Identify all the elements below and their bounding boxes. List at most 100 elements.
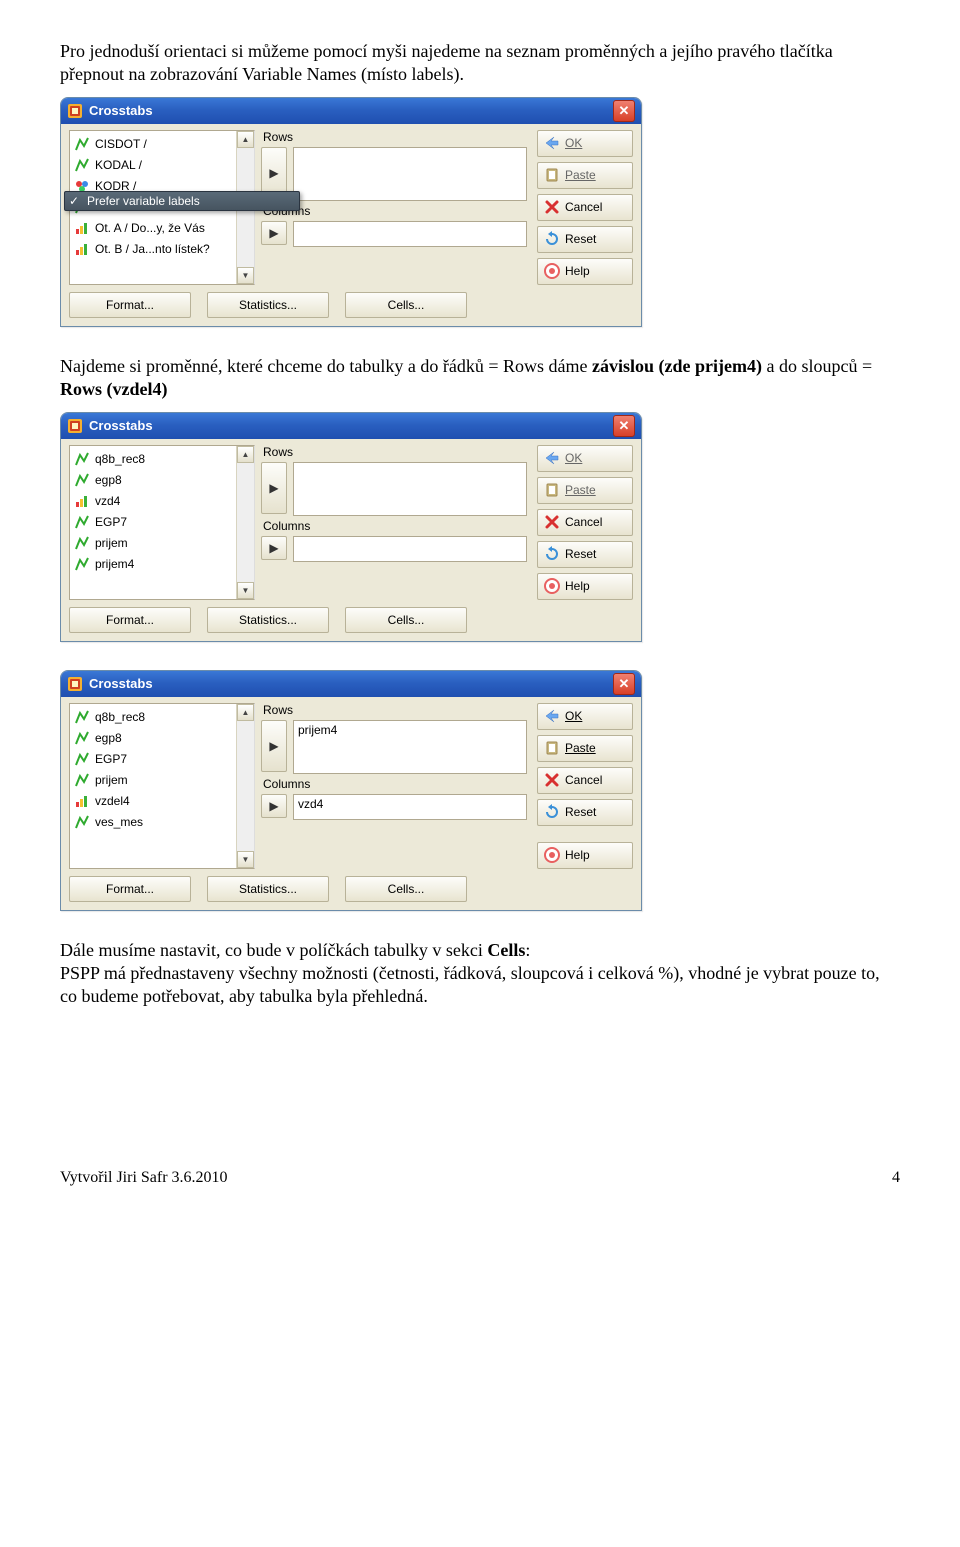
- cancel-icon: [544, 199, 560, 215]
- statistics-button[interactable]: Statistics...: [207, 607, 329, 633]
- list-item: q8b_rec8: [72, 707, 252, 728]
- scroll-down-icon[interactable]: ▼: [237, 851, 254, 868]
- format-button[interactable]: Format...: [69, 876, 191, 902]
- list-item: q8b_rec8: [72, 449, 252, 470]
- columns-list[interactable]: [293, 536, 527, 562]
- move-right-cols-button[interactable]: ▶: [261, 221, 287, 245]
- scroll-down-icon[interactable]: ▼: [237, 582, 254, 599]
- scale-icon: [74, 772, 90, 788]
- paste-button[interactable]: Paste: [537, 477, 633, 504]
- scale-icon: [74, 730, 90, 746]
- help-button[interactable]: Help: [537, 842, 633, 869]
- close-icon[interactable]: ✕: [613, 673, 635, 695]
- scrollbar[interactable]: ▲ ▼: [236, 704, 254, 868]
- ordinal-icon: [74, 241, 90, 257]
- app-icon: [67, 676, 83, 692]
- columns-label: Columns: [261, 204, 527, 218]
- scale-icon: [74, 157, 90, 173]
- columns-list[interactable]: vzd4: [293, 794, 527, 820]
- reset-icon: [544, 804, 560, 820]
- page-footer: Vytvořil Jiri Safr 3.6.2010 4: [60, 1169, 900, 1187]
- titlebar[interactable]: Crosstabs ✕: [61, 413, 641, 439]
- scroll-up-icon[interactable]: ▲: [237, 131, 254, 148]
- list-item: Ot. A / Do...y, že Vás: [72, 218, 252, 239]
- app-icon: [67, 418, 83, 434]
- statistics-button[interactable]: Statistics...: [207, 292, 329, 318]
- paste-button[interactable]: Paste: [537, 162, 633, 189]
- context-menu-item[interactable]: Prefer variable labels: [87, 194, 200, 208]
- scale-icon: [74, 535, 90, 551]
- reset-icon: [544, 546, 560, 562]
- crosstabs-dialog-1: Crosstabs ✕ CISDOT / KODAL / KODR / CIST…: [60, 97, 642, 327]
- scroll-up-icon[interactable]: ▲: [237, 446, 254, 463]
- list-item: prijem: [72, 533, 252, 554]
- paste-button[interactable]: Paste: [537, 735, 633, 762]
- ok-icon: [544, 135, 560, 151]
- titlebar[interactable]: Crosstabs ✕: [61, 671, 641, 697]
- format-button[interactable]: Format...: [69, 292, 191, 318]
- cells-button[interactable]: Cells...: [345, 607, 467, 633]
- cancel-icon: [544, 514, 560, 530]
- scale-icon: [74, 472, 90, 488]
- reset-button[interactable]: Reset: [537, 226, 633, 253]
- scale-icon: [74, 751, 90, 767]
- help-button[interactable]: Help: [537, 573, 633, 600]
- ordinal-icon: [74, 793, 90, 809]
- move-right-cols-button[interactable]: ▶: [261, 536, 287, 560]
- move-right-rows-button[interactable]: ▶: [261, 462, 287, 514]
- list-item: KODAL /: [72, 155, 252, 176]
- page-number: 4: [892, 1169, 900, 1187]
- rows-list[interactable]: [293, 147, 527, 201]
- cancel-button[interactable]: Cancel: [537, 194, 633, 221]
- close-icon[interactable]: ✕: [613, 100, 635, 122]
- variable-list[interactable]: CISDOT / KODAL / KODR / CIST / Ot. A / D…: [69, 130, 255, 285]
- scale-icon: [74, 451, 90, 467]
- check-icon: ✓: [67, 194, 81, 208]
- app-icon: [67, 103, 83, 119]
- footer-author: Vytvořil Jiri Safr 3.6.2010: [60, 1169, 228, 1187]
- list-item: egp8: [72, 470, 252, 491]
- rows-label: Rows: [261, 703, 527, 717]
- rows-list[interactable]: prijem4: [293, 720, 527, 774]
- cancel-button[interactable]: Cancel: [537, 767, 633, 794]
- context-menu[interactable]: ✓ Prefer variable labels: [64, 191, 300, 211]
- list-item: prijem: [72, 770, 252, 791]
- scrollbar[interactable]: ▲ ▼: [236, 446, 254, 599]
- titlebar[interactable]: Crosstabs ✕: [61, 98, 641, 124]
- rows-label: Rows: [261, 445, 527, 459]
- ok-icon: [544, 450, 560, 466]
- reset-button[interactable]: Reset: [537, 541, 633, 568]
- close-icon[interactable]: ✕: [613, 415, 635, 437]
- cancel-icon: [544, 772, 560, 788]
- move-right-cols-button[interactable]: ▶: [261, 794, 287, 818]
- scale-icon: [74, 814, 90, 830]
- cells-button[interactable]: Cells...: [345, 876, 467, 902]
- scroll-down-icon[interactable]: ▼: [237, 267, 254, 284]
- title-text: Crosstabs: [89, 103, 613, 118]
- list-item: ves_mes: [72, 812, 252, 833]
- columns-list[interactable]: [293, 221, 527, 247]
- help-button[interactable]: Help: [537, 258, 633, 285]
- help-icon: [544, 847, 560, 863]
- ok-button[interactable]: OK: [537, 445, 633, 472]
- list-item: vzdel4: [72, 791, 252, 812]
- format-button[interactable]: Format...: [69, 607, 191, 633]
- paste-icon: [544, 740, 560, 756]
- statistics-button[interactable]: Statistics...: [207, 876, 329, 902]
- rows-list[interactable]: [293, 462, 527, 516]
- reset-button[interactable]: Reset: [537, 799, 633, 826]
- list-item: Ot. B / Ja...nto lístek?: [72, 239, 252, 260]
- ordinal-icon: [74, 220, 90, 236]
- cancel-button[interactable]: Cancel: [537, 509, 633, 536]
- variable-list[interactable]: q8b_rec8 egp8 EGP7 prijem vzdel4 ves_mes…: [69, 703, 255, 869]
- paragraph-1: Pro jednoduší orientaci si můžeme pomocí…: [60, 40, 900, 87]
- rows-label: Rows: [261, 130, 527, 144]
- variable-list[interactable]: q8b_rec8 egp8 vzd4 EGP7 prijem prijem4 ▲…: [69, 445, 255, 600]
- ok-button[interactable]: OK: [537, 703, 633, 730]
- ok-button[interactable]: OK: [537, 130, 633, 157]
- move-right-rows-button[interactable]: ▶: [261, 720, 287, 772]
- title-text: Crosstabs: [89, 676, 613, 691]
- scroll-up-icon[interactable]: ▲: [237, 704, 254, 721]
- cells-button[interactable]: Cells...: [345, 292, 467, 318]
- scale-icon: [74, 556, 90, 572]
